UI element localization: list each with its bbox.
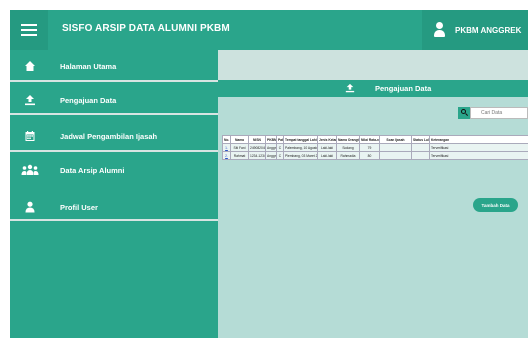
table-cell: Plembang, 03 Maret 2019 — [283, 151, 318, 160]
sidebar-divider — [10, 150, 218, 152]
column-header: Keterangan — [429, 135, 528, 144]
column-header: Tempat tanggal Lahir — [283, 135, 318, 144]
column-header: Jenis Kelamin — [317, 135, 337, 144]
table-cell: 1234-1234 — [248, 151, 266, 160]
main-content: Pengajuan Data No. Nama NISN — [218, 50, 528, 338]
column-header: Nama — [230, 135, 249, 144]
users-icon — [21, 164, 39, 175]
table-cell — [379, 151, 412, 160]
sidebar-item-label: Halaman Utama — [60, 61, 117, 71]
table-cell: Terverifikasi — [429, 143, 528, 152]
table-cell: Rahmat — [230, 151, 249, 160]
table-cell: C — [276, 143, 284, 152]
home-icon — [25, 61, 35, 71]
table-cell: Sodang — [336, 143, 360, 152]
column-header: Status Lulus — [411, 135, 430, 144]
row-number-link[interactable]: 2. — [225, 154, 228, 158]
sidebar-item-data-arsip-alumni[interactable]: Data Arsip Alumni — [10, 163, 218, 177]
sidebar-item-label: Profil User — [60, 202, 98, 212]
search-input[interactable] — [470, 107, 528, 119]
user-icon — [433, 22, 447, 38]
sidebar-divider — [10, 113, 218, 115]
table-cell: Anggrek — [265, 151, 277, 160]
table-cell: Palembang, 10 Agustus 2004 — [283, 143, 318, 152]
table-cell: Siti Fani — [230, 143, 249, 152]
table-cell[interactable]: 1. — [222, 143, 231, 152]
column-header: PKBM — [265, 135, 277, 144]
sidebar-item-halaman-utama[interactable]: Halaman Utama — [10, 59, 218, 73]
sidebar-item-pengajuan-data[interactable]: Pengajuan Data — [10, 93, 218, 107]
column-header: Nilai Rata-rata — [359, 135, 380, 144]
column-header: No. — [222, 135, 231, 144]
table-cell: 2490820456 — [248, 143, 266, 152]
column-header: Paket — [276, 135, 284, 144]
data-table: No. Nama NISN PKBM Paket Tempat tanggal … — [222, 135, 528, 160]
column-header: Scan Ijasah — [379, 135, 412, 144]
app-title: SISFO ARSIP DATA ALUMNI PKBM — [62, 23, 230, 34]
content-top-strip — [218, 50, 528, 80]
sidebar-divider — [10, 219, 218, 221]
sidebar: Halaman Utama Pengajuan Data Jadwal Peng… — [10, 50, 218, 338]
user-menu[interactable]: PKBM ANGGREK — [422, 10, 528, 50]
table-header-row: No. Nama NISN PKBM Paket Tempat tanggal … — [222, 135, 528, 144]
add-data-button[interactable]: Tambah Data — [473, 198, 518, 212]
search-icon[interactable] — [458, 107, 470, 119]
table-cell: 79 — [359, 143, 380, 152]
upload-icon — [25, 95, 35, 106]
sidebar-item-label: Pengajuan Data — [60, 95, 117, 105]
table-cell[interactable]: 2. — [222, 151, 231, 160]
table-cell — [411, 151, 430, 160]
panel-title: Pengajuan Data — [375, 84, 432, 93]
sidebar-item-jadwal[interactable]: Jadwal Pengambilan Ijasah — [10, 129, 218, 143]
table-cell: C — [276, 151, 284, 160]
calendar-icon — [25, 131, 35, 141]
search-box — [458, 107, 528, 119]
user-name: PKBM ANGGREK — [455, 25, 522, 35]
panel-title-bar: Pengajuan Data — [218, 80, 528, 97]
row-number-link[interactable]: 1. — [225, 146, 228, 150]
table-row: 2. Rahmat 1234-1234 Anggrek C Plembang, … — [222, 151, 528, 160]
table-cell: Rahmadia — [336, 151, 360, 160]
table-cell: Laki-laki — [317, 151, 337, 160]
top-header: SISFO ARSIP DATA ALUMNI PKBM PKBM ANGGRE… — [10, 10, 528, 50]
user-icon — [25, 201, 35, 213]
table-cell: Anggrek — [265, 143, 277, 152]
upload-icon — [345, 83, 355, 93]
table-cell: Terverifikasi — [429, 151, 528, 160]
table-row: 1. Siti Fani 2490820456 Anggrek C Palemb… — [222, 143, 528, 152]
sidebar-item-profil-user[interactable]: Profil User — [10, 200, 218, 214]
column-header: Nama Orangtua — [336, 135, 360, 144]
column-header: NISN — [248, 135, 266, 144]
table-cell: Laki-laki — [317, 143, 337, 152]
sidebar-divider — [10, 80, 218, 82]
table-cell: 80 — [359, 151, 380, 160]
sidebar-item-label: Data Arsip Alumni — [60, 165, 125, 175]
table-cell — [411, 143, 430, 152]
sidebar-item-label: Jadwal Pengambilan Ijasah — [60, 131, 158, 141]
app-root: SISFO ARSIP DATA ALUMNI PKBM PKBM ANGGRE… — [0, 0, 528, 338]
table-cell — [379, 143, 412, 152]
hamburger-menu-icon[interactable] — [10, 10, 48, 50]
